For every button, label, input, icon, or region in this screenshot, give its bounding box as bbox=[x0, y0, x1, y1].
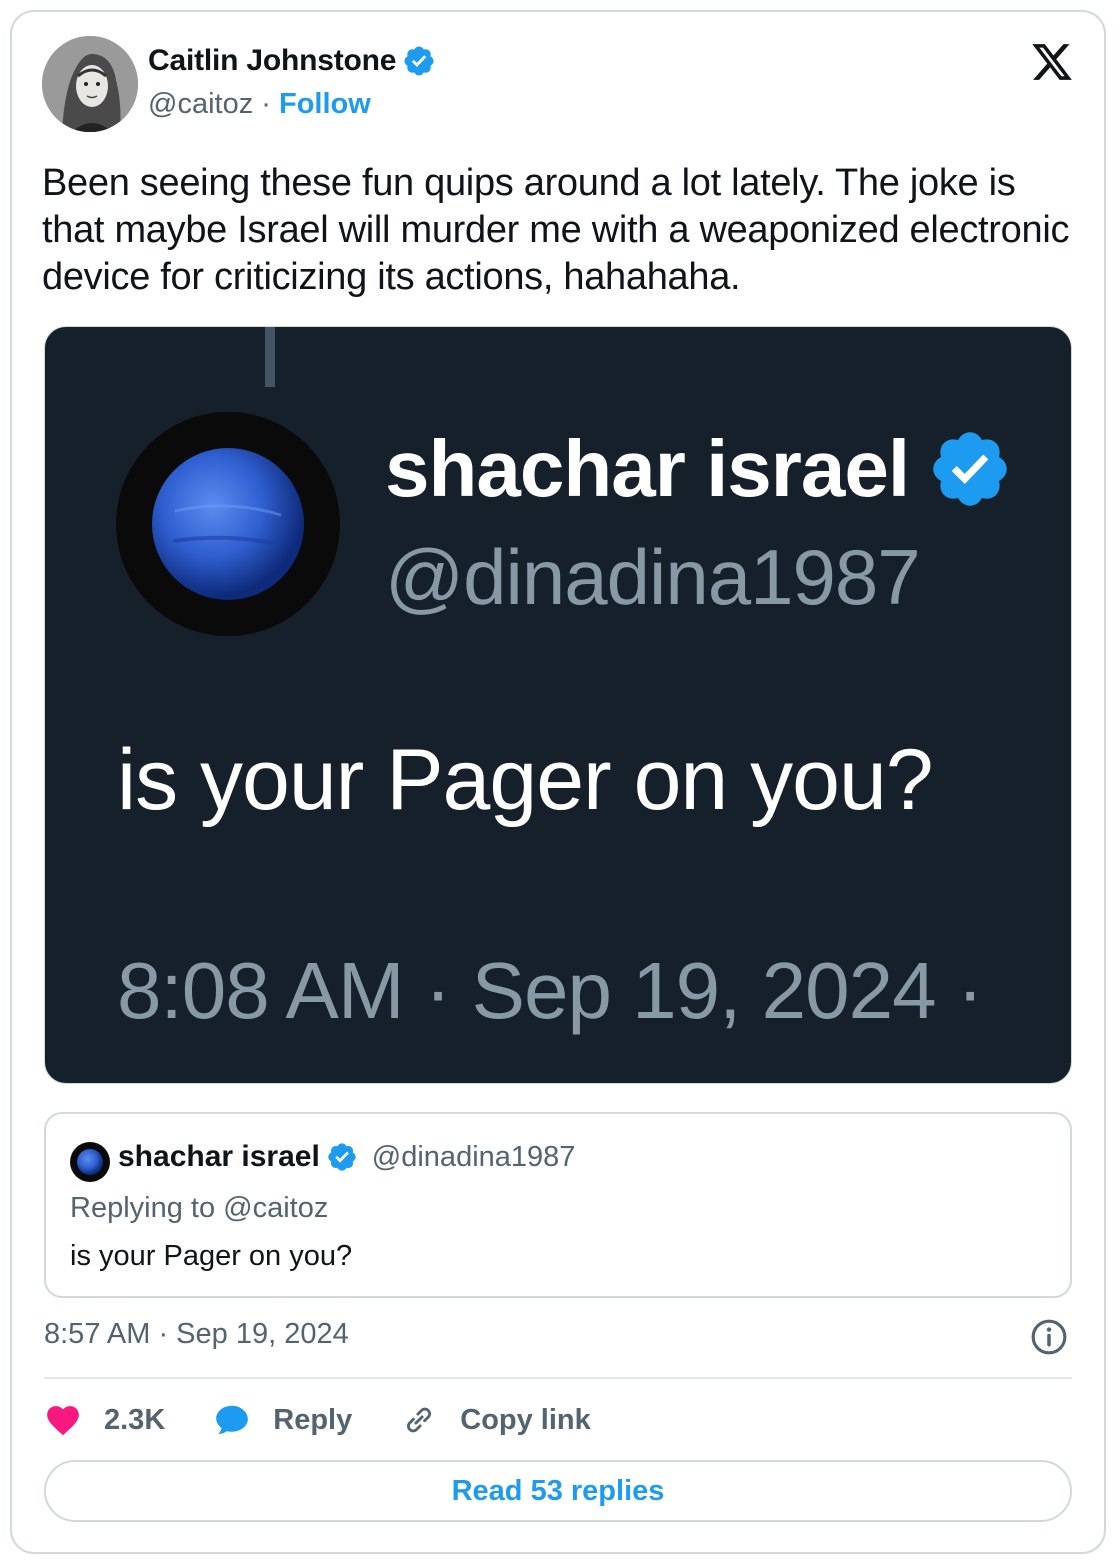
copy-link-label: Copy link bbox=[460, 1403, 591, 1436]
tweet-media-image[interactable]: shachar israel @dinadina1987 is your Pag… bbox=[44, 326, 1072, 1084]
read-replies-label: Read 53 replies bbox=[451, 1474, 665, 1507]
reply-label: Reply bbox=[273, 1403, 353, 1436]
divider bbox=[44, 1377, 1072, 1379]
read-replies-button[interactable]: Read 53 replies bbox=[44, 1460, 1072, 1522]
quoted-avatar-icon bbox=[70, 1142, 110, 1182]
media-handle: @dinadina1987 bbox=[385, 533, 921, 621]
media-tweet-text: is your Pager on you? bbox=[117, 732, 934, 828]
media-display-name: shachar israel bbox=[385, 424, 910, 513]
verified-badge-icon bbox=[404, 46, 434, 76]
author-avatar[interactable] bbox=[42, 36, 138, 132]
like-button[interactable]: 2.3K bbox=[44, 1401, 165, 1439]
media-avatar-icon bbox=[116, 412, 340, 636]
quoted-name-row: shachar israel @dinadina1987 bbox=[118, 1140, 575, 1174]
follow-button[interactable]: Follow bbox=[279, 88, 371, 120]
tweet-timestamp[interactable]: 8:57 AM · Sep 19, 2024 bbox=[44, 1318, 349, 1351]
author-handle[interactable]: @caitoz bbox=[148, 88, 253, 120]
replying-to: Replying to @caitoz bbox=[70, 1192, 329, 1224]
quoted-handle[interactable]: @dinadina1987 bbox=[372, 1141, 576, 1174]
action-bar: 2.3K Reply Copy link bbox=[44, 1398, 639, 1442]
quoted-verified-badge-icon bbox=[328, 1143, 356, 1171]
tweet-text: Been seeing these fun quips around a lot… bbox=[42, 162, 1070, 298]
author-name[interactable]: Caitlin Johnstone bbox=[148, 44, 396, 78]
copy-link-button[interactable]: Copy link bbox=[400, 1401, 591, 1439]
x-logo-icon[interactable] bbox=[1030, 40, 1074, 84]
reply-button[interactable]: Reply bbox=[213, 1401, 352, 1439]
author-handle-row: @caitoz · Follow bbox=[148, 88, 371, 121]
handle-separator: · bbox=[261, 88, 271, 120]
quoted-display-name[interactable]: shachar israel bbox=[118, 1140, 320, 1174]
like-count: 2.3K bbox=[104, 1403, 166, 1436]
quoted-tweet[interactable]: shachar israel @dinadina1987 Replying to… bbox=[44, 1112, 1072, 1298]
reply-bubble-icon bbox=[216, 1405, 249, 1434]
link-icon bbox=[407, 1407, 432, 1433]
heart-icon bbox=[47, 1406, 79, 1436]
media-verified-badge-icon bbox=[933, 432, 1007, 506]
media-timestamp: 8:08 AM · Sep 19, 2024 · bbox=[117, 946, 983, 1035]
thread-line bbox=[265, 327, 275, 387]
media-name-row: shachar israel bbox=[385, 423, 1013, 515]
quoted-tweet-text: is your Pager on you? bbox=[70, 1240, 353, 1272]
info-icon[interactable] bbox=[1030, 1318, 1068, 1356]
author-name-row: Caitlin Johnstone bbox=[148, 44, 436, 78]
